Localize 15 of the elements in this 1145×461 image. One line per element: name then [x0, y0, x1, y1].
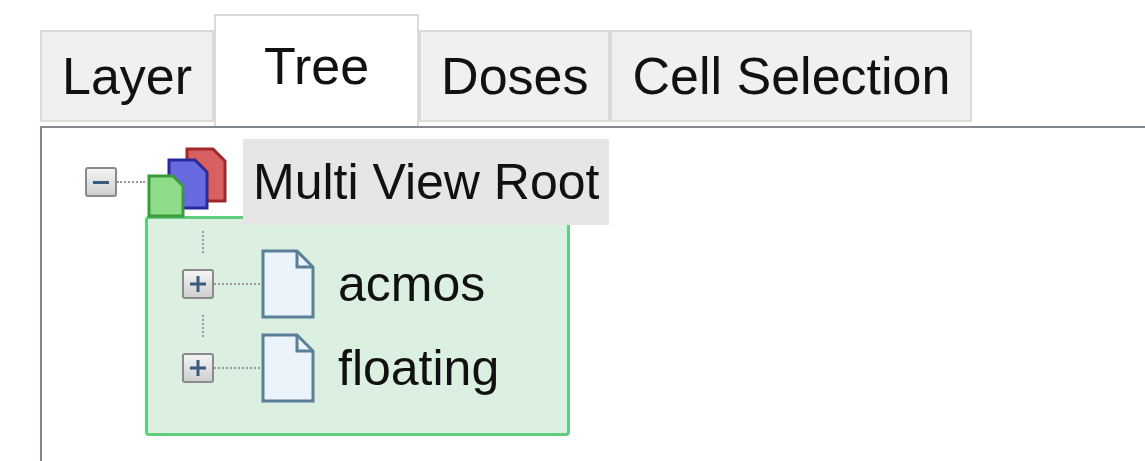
- minus-icon: [93, 180, 109, 184]
- expand-button[interactable]: [182, 269, 214, 299]
- document-icon: [260, 332, 316, 404]
- tree-item[interactable]: acmos: [328, 241, 496, 327]
- tab[interactable]: Doses: [419, 30, 611, 122]
- plus-icon: [190, 276, 206, 292]
- collapse-button[interactable]: [85, 167, 117, 197]
- tree-item[interactable]: Multi View Root: [243, 139, 610, 225]
- tab[interactable]: Cell Selection: [610, 30, 973, 122]
- expand-button[interactable]: [182, 353, 214, 383]
- plus-icon: [190, 360, 206, 376]
- tab[interactable]: Layer: [40, 30, 215, 122]
- tree-item[interactable]: floating: [328, 325, 510, 411]
- document-icon: [260, 248, 316, 320]
- tab[interactable]: Tree: [214, 14, 420, 126]
